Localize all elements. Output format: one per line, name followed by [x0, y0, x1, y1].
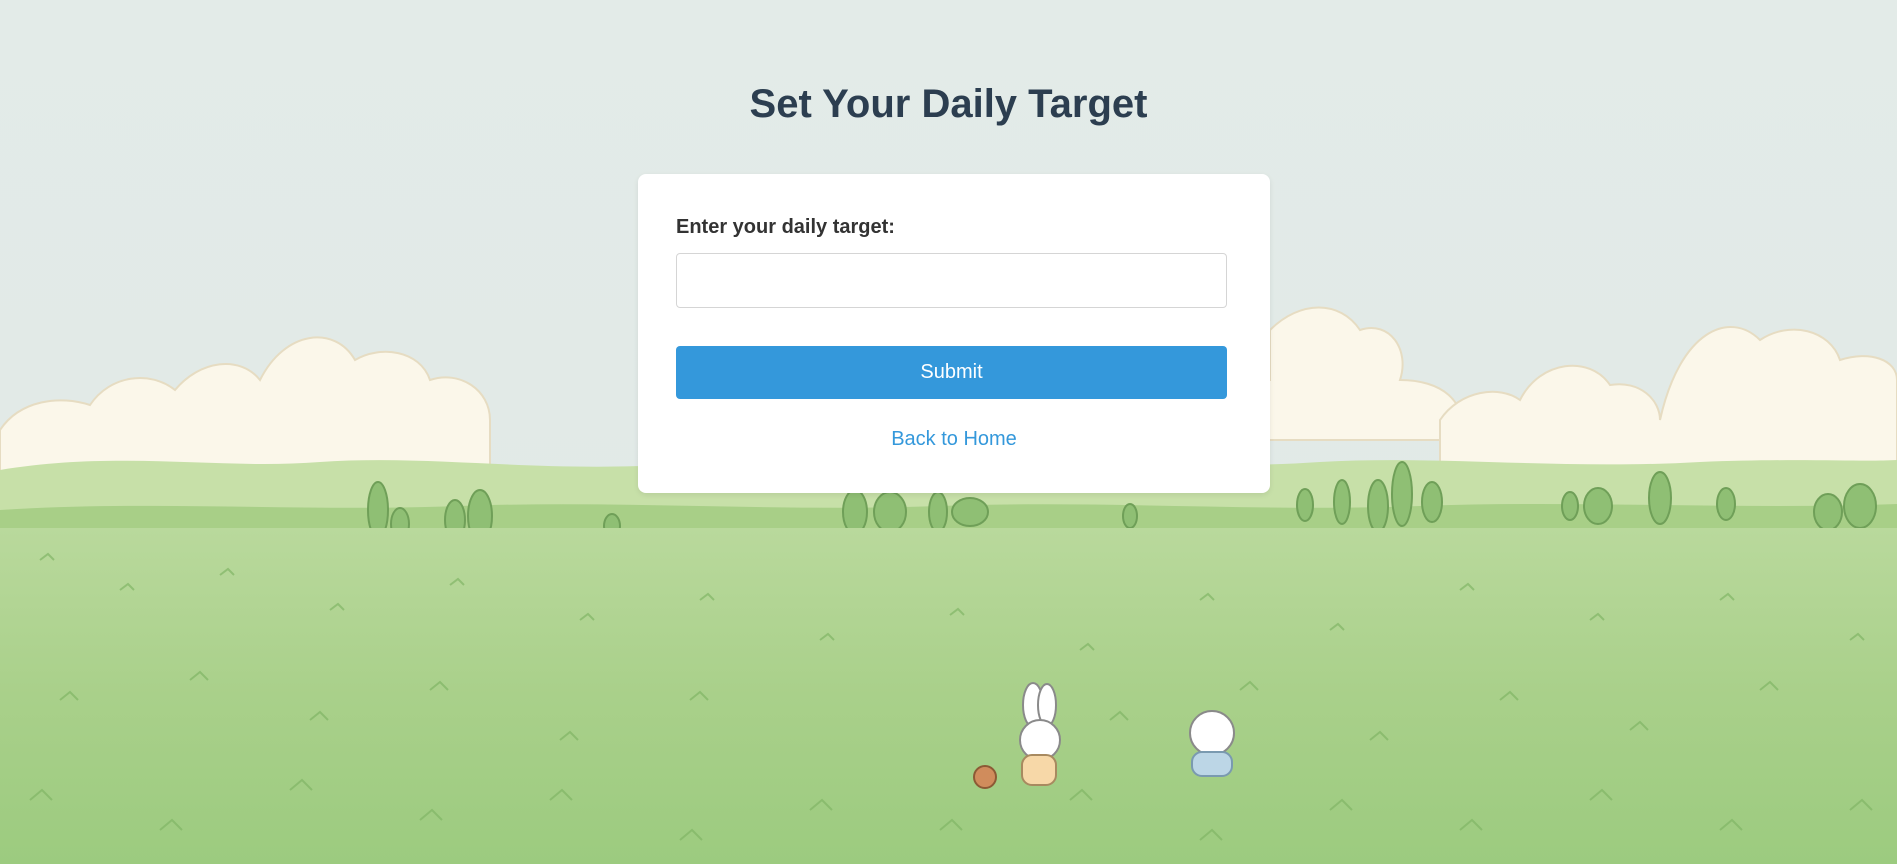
daily-target-label: Enter your daily target: [676, 216, 895, 238]
page-title: Set Your Daily Target [749, 82, 1148, 126]
submit-button[interactable]: Submit [676, 346, 1227, 399]
target-form-card: Enter your daily target: Submit Back to … [638, 174, 1270, 493]
page-content: Set Your Daily Target Enter your daily t… [0, 0, 1897, 864]
back-to-home-link[interactable]: Back to Home [638, 428, 1270, 451]
daily-target-input[interactable] [676, 253, 1227, 308]
